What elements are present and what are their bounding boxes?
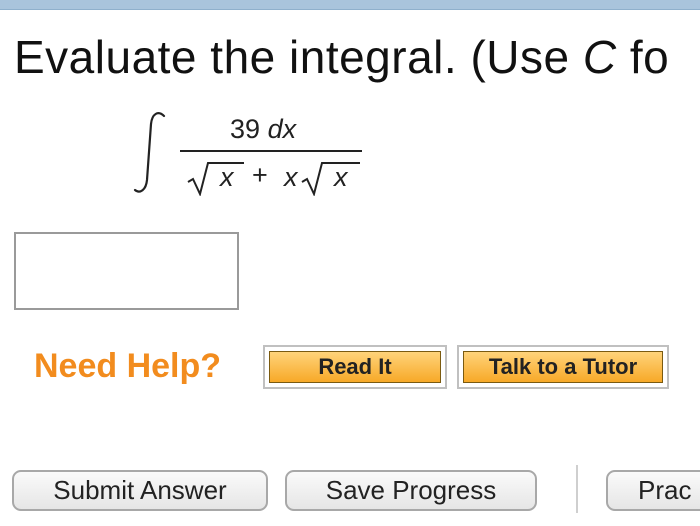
talk-to-tutor-button[interactable]: Talk to a Tutor [457,345,669,389]
formula-denominator: x + x x [186,156,366,196]
practice-button[interactable]: Prac [606,470,700,511]
question-prompt: Evaluate the integral. (Use C fo [14,30,669,84]
talk-to-tutor-label: Talk to a Tutor [463,351,663,383]
need-help-label: Need Help? [34,347,222,385]
submit-answer-button[interactable]: Submit Answer [12,470,268,511]
fraction-bar [180,150,362,152]
top-bar [0,0,700,10]
sqrt-sign-icon [301,162,360,196]
read-it-button[interactable]: Read It [263,345,447,389]
integral-formula: 39 dx x + x x [130,108,370,200]
denominator-plus: + [252,160,268,190]
answer-input[interactable] [14,232,239,310]
sqrt-sign-icon [187,162,244,196]
denominator-sqrt-x-2: x [334,162,348,192]
save-progress-button[interactable]: Save Progress [285,470,537,511]
numerator-value: 39 [230,114,261,144]
integral-sign-icon [133,112,166,193]
question-variable: C [582,31,617,83]
question-text-after: fo [616,31,670,83]
denominator-coeff-x: x [284,162,298,192]
read-it-label: Read It [269,351,441,383]
formula-numerator: 39 dx [230,114,296,145]
question-text-before: Evaluate the integral. (Use [14,31,583,83]
denominator-sqrt-x: x [220,162,234,192]
button-separator [576,465,578,513]
numerator-dx: dx [267,114,297,144]
